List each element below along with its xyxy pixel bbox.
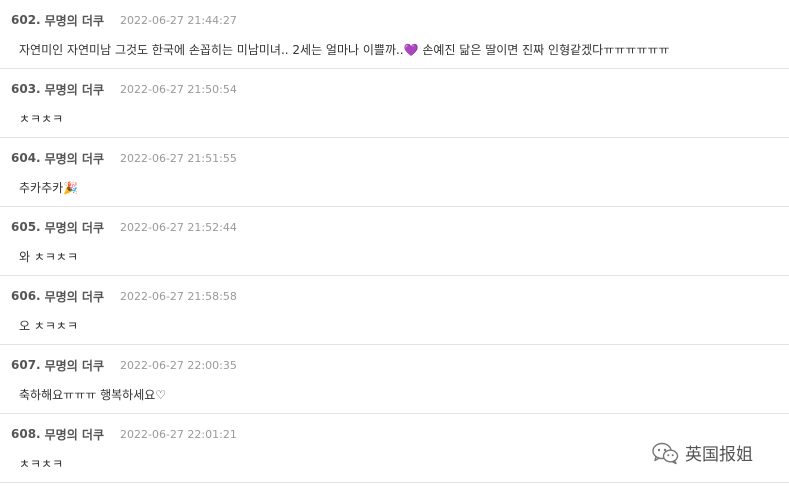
comment-header: 605. 무명의 더쿠 2022-06-27 21:52:44 xyxy=(11,219,237,235)
comment-text: ㅊㅋㅊㅋ xyxy=(19,457,64,471)
comment-author[interactable]: 무명의 더쿠 xyxy=(45,12,104,29)
comment-author[interactable]: 무명의 더쿠 xyxy=(45,150,104,167)
comment-author[interactable]: 무명의 더쿠 xyxy=(45,81,104,98)
comment-author[interactable]: 무명의 더쿠 xyxy=(45,426,104,443)
comment-timestamp: 2022-06-27 21:51:55 xyxy=(120,151,237,165)
comment-author[interactable]: 무명의 더쿠 xyxy=(45,219,104,236)
comment-item: 604. 무명의 더쿠 2022-06-27 21:51:55 추카추카🎉 xyxy=(0,138,789,207)
comment-number: 608. xyxy=(11,427,41,441)
comment-number: 606. xyxy=(11,289,41,303)
comment-number: 607. xyxy=(11,358,41,372)
comment-header: 603. 무명의 더쿠 2022-06-27 21:50:54 xyxy=(11,81,237,97)
comment-timestamp: 2022-06-27 21:52:44 xyxy=(120,220,237,234)
comment-number: 605. xyxy=(11,220,41,234)
comment-item: 607. 무명의 더쿠 2022-06-27 22:00:35 축하해요ㅠㅠㅠ … xyxy=(0,345,789,414)
comment-timestamp: 2022-06-27 21:58:58 xyxy=(120,289,237,303)
comment-text: 축하해요ㅠㅠㅠ 행복하세요♡ xyxy=(19,388,167,402)
comment-text: 자연미인 자연미남 그것도 한국에 손꼽히는 미남미녀.. 2세는 얼마나 이쁠… xyxy=(19,43,670,57)
comment-timestamp: 2022-06-27 22:00:35 xyxy=(120,358,237,372)
comment-number: 604. xyxy=(11,151,41,165)
comment-timestamp: 2022-06-27 21:50:54 xyxy=(120,82,237,96)
comment-text: ㅊㅋㅊㅋ xyxy=(19,112,64,126)
comment-header: 606. 무명의 더쿠 2022-06-27 21:58:58 xyxy=(11,288,237,304)
comment-author[interactable]: 무명의 더쿠 xyxy=(45,288,104,305)
watermark: 英国报姐 xyxy=(651,440,753,465)
comment-item: 602. 무명의 더쿠 2022-06-27 21:44:27 자연미인 자연미… xyxy=(0,0,789,69)
comment-text: 와 ㅊㅋㅊㅋ xyxy=(19,250,79,264)
comment-number: 602. xyxy=(11,13,41,27)
comment-timestamp: 2022-06-27 22:01:21 xyxy=(120,427,237,441)
comment-item: 603. 무명의 더쿠 2022-06-27 21:50:54 ㅊㅋㅊㅋ xyxy=(0,69,789,138)
comment-list: 602. 무명의 더쿠 2022-06-27 21:44:27 자연미인 자연미… xyxy=(0,0,789,483)
comment-timestamp: 2022-06-27 21:44:27 xyxy=(120,13,237,27)
wechat-icon xyxy=(652,442,679,464)
comment-item: 606. 무명의 더쿠 2022-06-27 21:58:58 오 ㅊㅋㅊㅋ xyxy=(0,276,789,345)
comment-header: 604. 무명의 더쿠 2022-06-27 21:51:55 xyxy=(11,150,237,166)
comment-number: 603. xyxy=(11,82,41,96)
comment-header: 602. 무명의 더쿠 2022-06-27 21:44:27 xyxy=(11,12,237,28)
watermark-text: 英国报姐 xyxy=(685,445,753,465)
comment-author[interactable]: 무명의 더쿠 xyxy=(45,357,104,374)
comment-header: 608. 무명의 더쿠 2022-06-27 22:01:21 xyxy=(11,426,237,442)
comment-item: 605. 무명의 더쿠 2022-06-27 21:52:44 와 ㅊㅋㅊㅋ xyxy=(0,207,789,276)
comment-text: 추카추카🎉 xyxy=(19,181,79,195)
comment-text: 오 ㅊㅋㅊㅋ xyxy=(19,319,79,333)
comment-header: 607. 무명의 더쿠 2022-06-27 22:00:35 xyxy=(11,357,237,373)
